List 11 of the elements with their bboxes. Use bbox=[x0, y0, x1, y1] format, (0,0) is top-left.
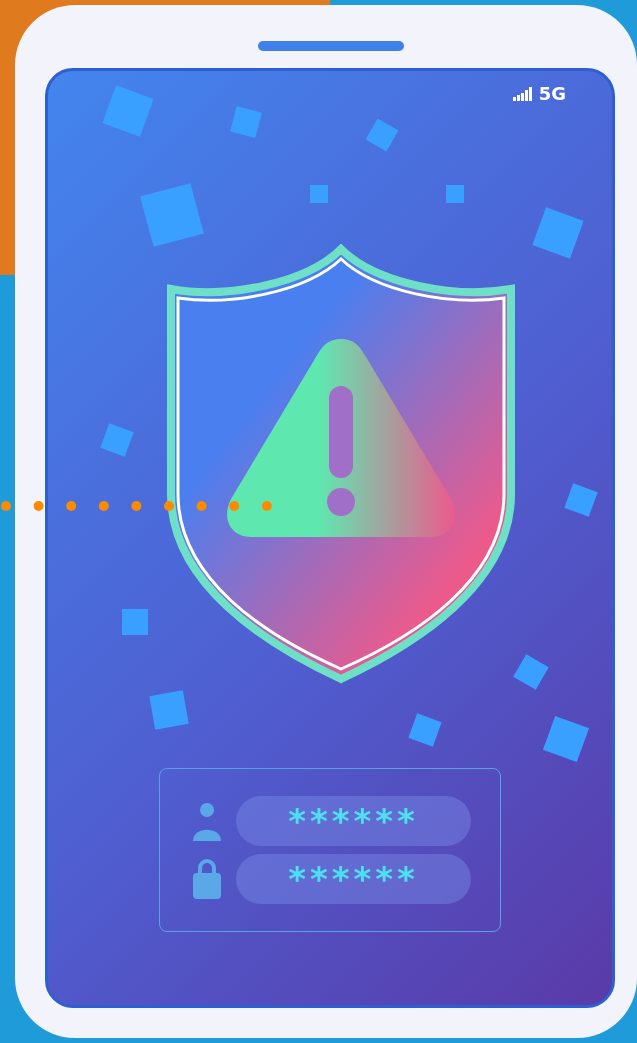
cube-shape bbox=[446, 185, 464, 203]
password-field[interactable]: ****** bbox=[236, 796, 471, 846]
cube-shape bbox=[122, 609, 148, 635]
password-field[interactable]: ****** bbox=[236, 854, 471, 904]
lock-icon bbox=[192, 859, 222, 899]
signal-icon bbox=[512, 86, 535, 101]
cube-shape bbox=[149, 690, 189, 730]
cube-shape bbox=[310, 185, 328, 203]
user-icon bbox=[192, 801, 222, 841]
cube-shape bbox=[230, 106, 262, 138]
network-label: 5G bbox=[538, 83, 566, 104]
